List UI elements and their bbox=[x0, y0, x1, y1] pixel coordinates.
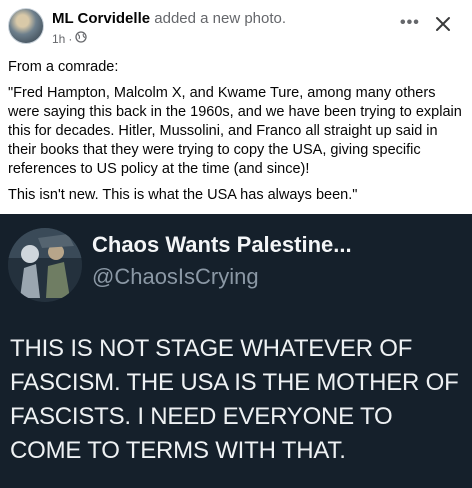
tweet-text: THIS IS NOT STAGE WHATEVER OF FASCISM. T… bbox=[10, 335, 459, 464]
post-time[interactable]: 1h bbox=[52, 32, 65, 46]
post-paragraph: This isn't new. This is what the USA has… bbox=[8, 187, 358, 203]
meta-separator: · bbox=[68, 31, 73, 46]
post-paragraph: From a comrade: bbox=[8, 59, 119, 75]
more-options-icon[interactable]: ••• bbox=[400, 14, 420, 32]
author-name[interactable]: ML Corvidelle bbox=[52, 10, 150, 27]
facebook-post: ML Corvidelle added a new photo. 1h · ••… bbox=[0, 0, 472, 214]
tweet-handle: @ChaosIsCrying bbox=[92, 264, 259, 289]
post-body: From a comrade: "Fred Hampton, Malcolm X… bbox=[8, 58, 466, 212]
tweet-avatar bbox=[8, 228, 82, 302]
post-paragraph: "Fred Hampton, Malcolm X, and Kwame Ture… bbox=[8, 85, 462, 177]
author-avatar[interactable] bbox=[8, 8, 44, 44]
post-action: added a new photo. bbox=[154, 10, 287, 27]
globe-icon bbox=[75, 31, 88, 46]
post-meta: 1h · bbox=[52, 31, 88, 46]
close-icon[interactable] bbox=[432, 13, 454, 35]
tweet-display-name: Chaos Wants Palestine... bbox=[92, 232, 352, 257]
post-header-line: ML Corvidelle added a new photo. bbox=[52, 10, 286, 27]
tweet-screenshot-image[interactable]: Chaos Wants Palestine... @ChaosIsCrying … bbox=[0, 214, 472, 488]
